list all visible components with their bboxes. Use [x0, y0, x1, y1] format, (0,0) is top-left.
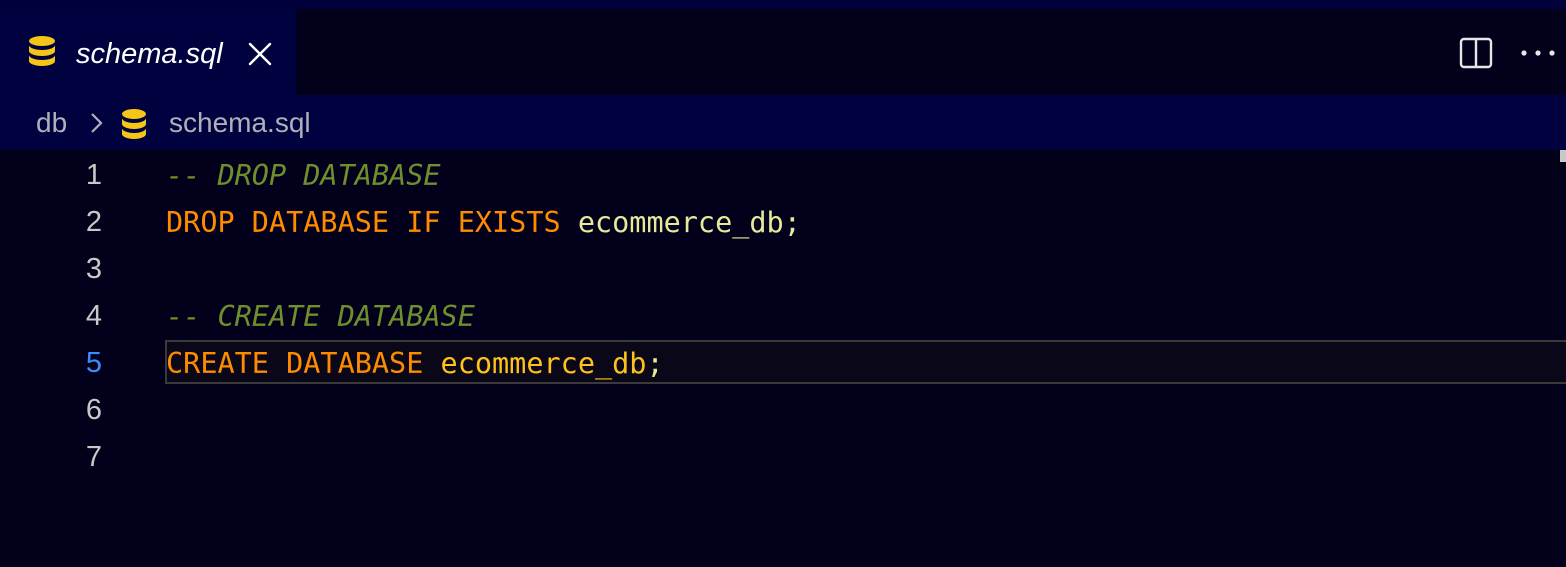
line-number: 3 [85, 253, 102, 285]
line-number: 4 [85, 300, 102, 332]
chevron-right-icon [91, 113, 103, 133]
breadcrumb: db schema.sql [0, 95, 1566, 150]
code-editor[interactable]: 1 -- DROP DATABASE 2 DROP DATABASE IF EXIST… [0, 150, 1566, 567]
database-icon [122, 109, 146, 139]
database-icon [29, 36, 55, 66]
code-token: ecommerce_db [423, 347, 647, 380]
code-line[interactable]: 7 [0, 434, 1566, 481]
more-actions-icon[interactable] [1518, 35, 1558, 71]
tab-schema-sql[interactable]: schema.sql [0, 9, 296, 95]
code-token: ; [783, 206, 801, 239]
code-token: ; [646, 347, 664, 380]
line-number: 7 [85, 441, 102, 473]
code-line[interactable]: 2 DROP DATABASE IF EXISTS ecommerce_db; [0, 199, 1566, 246]
close-icon[interactable] [245, 39, 275, 69]
code-token: ecommerce_db [560, 206, 784, 239]
code-line[interactable]: 1 -- DROP DATABASE [0, 152, 1566, 199]
code-line[interactable]: 5 CREATE DATABASE ecommerce_db; [0, 340, 1566, 387]
line-number: 2 [85, 206, 102, 238]
code-text: -- CREATE DATABASE [166, 293, 475, 340]
line-number: 6 [85, 394, 102, 426]
code-token: CREATE DATABASE [166, 347, 424, 380]
code-token: -- CREATE DATABASE [166, 300, 475, 333]
breadcrumb-file-schema[interactable]: schema.sql [169, 106, 311, 140]
code-line[interactable]: 6 [0, 387, 1566, 434]
breadcrumb-folder-db[interactable]: db [36, 106, 67, 140]
split-editor-icon[interactable] [1458, 35, 1494, 71]
code-line[interactable]: 3 [0, 246, 1566, 293]
line-number: 5 [85, 347, 102, 379]
code-text: DROP DATABASE IF EXISTS ecommerce_db; [166, 199, 801, 246]
line-number: 1 [85, 159, 102, 191]
editor-tab-bar: schema.sql [0, 9, 1566, 95]
code-token: DROP DATABASE IF EXISTS [166, 206, 561, 239]
code-text: CREATE DATABASE ecommerce_db; [166, 340, 664, 387]
tab-title: schema.sql [76, 38, 223, 70]
code-text: -- DROP DATABASE [166, 152, 441, 199]
code-token: -- DROP DATABASE [166, 159, 441, 192]
title-strip [0, 0, 1566, 9]
code-line[interactable]: 4 -- CREATE DATABASE [0, 293, 1566, 340]
